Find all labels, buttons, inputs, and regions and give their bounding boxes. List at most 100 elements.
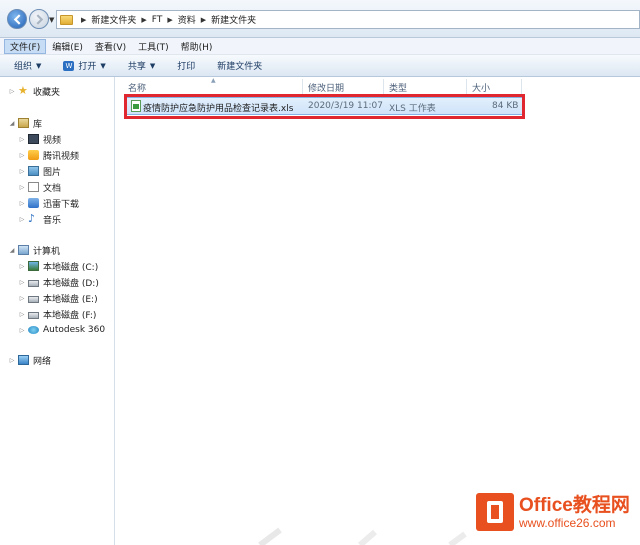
address-input[interactable]: ▶ 新建文件夹 ▶ FT ▶ 资料 ▶ 新建文件夹 bbox=[56, 10, 640, 29]
menu-view[interactable]: 查看(V) bbox=[89, 39, 132, 54]
document-icon bbox=[28, 182, 39, 192]
nav-music[interactable]: ▷ ♪ 音乐 bbox=[18, 212, 61, 226]
expand-icon[interactable]: ▷ bbox=[18, 216, 26, 223]
file-name: 疫情防护应急防护用品检查记录表.xls bbox=[143, 104, 294, 114]
pictures-icon bbox=[28, 166, 39, 176]
column-header-name[interactable]: 名称 bbox=[128, 81, 146, 94]
expand-icon[interactable]: ▷ bbox=[8, 357, 16, 364]
nav-videos[interactable]: ▷ 视频 bbox=[18, 132, 61, 146]
expand-icon[interactable]: ▷ bbox=[18, 168, 26, 175]
print-button[interactable]: 打印 bbox=[177, 59, 195, 72]
menu-help[interactable]: 帮助(H) bbox=[175, 39, 219, 54]
nav-drive-e[interactable]: ▷ 本地磁盘 (E:) bbox=[18, 291, 98, 305]
arrow-right-icon bbox=[36, 13, 43, 25]
open-label: 打开 bbox=[78, 62, 97, 72]
new-folder-button[interactable]: 新建文件夹 bbox=[217, 59, 262, 72]
expand-icon[interactable]: ▷ bbox=[18, 263, 26, 270]
file-list: ▲ 名称 修改日期 类型 大小 疫情防护应急防护用品检查记录表.xls 2020… bbox=[116, 77, 640, 545]
expand-icon[interactable]: ▷ bbox=[18, 200, 26, 207]
menu-edit[interactable]: 编辑(E) bbox=[46, 39, 89, 54]
expand-icon[interactable]: ▷ bbox=[18, 152, 26, 159]
nav-network[interactable]: ▷ 网络 bbox=[8, 353, 51, 367]
address-bar: ▼ ▶ 新建文件夹 ▶ FT ▶ 资料 ▶ 新建文件夹 bbox=[0, 0, 640, 38]
star-icon: ★ bbox=[18, 84, 28, 97]
drive-icon bbox=[28, 295, 39, 303]
office-logo-icon bbox=[476, 493, 514, 531]
open-button[interactable]: W 打开 ▼ bbox=[63, 59, 106, 72]
tencent-video-icon bbox=[28, 150, 39, 160]
nav-label: 本地磁盘 (F:) bbox=[43, 310, 97, 321]
computer-icon bbox=[18, 245, 29, 255]
nav-label: 本地磁盘 (C:) bbox=[43, 262, 99, 273]
nav-label: 本地磁盘 (D:) bbox=[43, 278, 99, 289]
expand-icon[interactable]: ▷ bbox=[18, 184, 26, 191]
file-type: XLS 工作表 bbox=[389, 104, 436, 114]
expand-icon[interactable]: ▷ bbox=[18, 327, 26, 334]
nav-drive-c[interactable]: ▷ 本地磁盘 (C:) bbox=[18, 259, 98, 273]
chevron-down-icon: ▼ bbox=[100, 61, 106, 70]
nav-label: Autodesk 360 bbox=[43, 325, 106, 335]
chevron-right-icon[interactable]: ▶ bbox=[141, 16, 146, 24]
collapse-icon[interactable]: ◢ bbox=[8, 247, 16, 254]
chevron-down-icon: ▼ bbox=[149, 61, 156, 70]
breadcrumb-item[interactable]: 新建文件夹 bbox=[211, 13, 256, 26]
nav-pictures[interactable]: ▷ 图片 bbox=[18, 164, 61, 178]
library-icon bbox=[18, 118, 29, 128]
nav-libraries[interactable]: ◢ 库 bbox=[8, 116, 42, 130]
breadcrumb-item[interactable]: FT bbox=[152, 15, 163, 25]
file-modified: 2020/3/19 11:07 bbox=[308, 101, 383, 111]
expand-icon[interactable]: ▷ bbox=[18, 136, 26, 143]
nav-tencent-video[interactable]: ▷ 腾讯视频 bbox=[18, 148, 79, 162]
expand-icon[interactable]: ▷ bbox=[18, 311, 26, 318]
breadcrumb-item[interactable]: 新建文件夹 bbox=[91, 13, 136, 26]
column-divider[interactable] bbox=[466, 79, 467, 94]
excel-file-icon bbox=[131, 100, 141, 112]
column-header-type[interactable]: 类型 bbox=[389, 81, 407, 94]
nav-label: 视频 bbox=[43, 135, 62, 146]
chevron-right-icon[interactable]: ▶ bbox=[81, 16, 86, 24]
back-button[interactable] bbox=[7, 9, 27, 29]
chevron-right-icon[interactable]: ▶ bbox=[167, 16, 172, 24]
table-row[interactable]: 疫情防护应急防护用品检查记录表.xls 2020/3/19 11:07 XLS … bbox=[126, 97, 523, 115]
share-button[interactable]: 共享 ▼ bbox=[128, 59, 156, 73]
watermark: Office教程网 www.office26.com bbox=[476, 493, 630, 531]
nav-label: 收藏夹 bbox=[33, 87, 61, 98]
nav-drive-f[interactable]: ▷ 本地磁盘 (F:) bbox=[18, 307, 97, 321]
menu-file[interactable]: 文件(F) bbox=[4, 38, 47, 54]
breadcrumb-item[interactable]: 资料 bbox=[178, 13, 196, 26]
watermark-url: www.office26.com bbox=[519, 515, 616, 530]
download-icon bbox=[28, 198, 39, 208]
forward-button[interactable] bbox=[29, 9, 49, 29]
system-drive-icon bbox=[28, 261, 39, 271]
menu-bar: 文件(F) 编辑(E) 查看(V) 工具(T) 帮助(H) bbox=[0, 38, 640, 55]
recent-pages-dropdown[interactable]: ▼ bbox=[49, 16, 54, 24]
nav-favorites[interactable]: ▷ ★ 收藏夹 bbox=[8, 84, 60, 98]
sort-caret-icon: ▲ bbox=[211, 77, 216, 84]
folder-icon bbox=[60, 14, 73, 25]
nav-drive-d[interactable]: ▷ 本地磁盘 (D:) bbox=[18, 275, 99, 289]
column-divider[interactable] bbox=[302, 79, 303, 94]
column-divider[interactable] bbox=[383, 79, 384, 94]
nav-documents[interactable]: ▷ 文档 bbox=[18, 180, 61, 194]
nav-computer[interactable]: ◢ 计算机 bbox=[8, 243, 60, 257]
nav-xunlei-downloads[interactable]: ▷ 迅雷下载 bbox=[18, 196, 79, 210]
column-divider[interactable] bbox=[521, 79, 522, 94]
nav-autodesk-360[interactable]: ▷ Autodesk 360 bbox=[18, 323, 105, 337]
nav-label: 音乐 bbox=[43, 215, 62, 226]
column-header-modified[interactable]: 修改日期 bbox=[308, 81, 344, 94]
organize-label: 组织 bbox=[14, 62, 33, 72]
chevron-down-icon: ▼ bbox=[36, 61, 42, 70]
nav-label: 腾讯视频 bbox=[43, 151, 80, 162]
music-note-icon: ♪ bbox=[28, 212, 36, 225]
menu-tools[interactable]: 工具(T) bbox=[132, 39, 175, 54]
nav-label: 文档 bbox=[43, 183, 62, 194]
expand-icon[interactable]: ▷ bbox=[18, 295, 26, 302]
expand-icon[interactable]: ▷ bbox=[8, 88, 16, 95]
nav-label: 库 bbox=[33, 119, 43, 130]
chevron-right-icon[interactable]: ▶ bbox=[201, 16, 206, 24]
expand-icon[interactable]: ▷ bbox=[18, 279, 26, 286]
organize-button[interactable]: 组织 ▼ bbox=[14, 59, 42, 73]
column-header-size[interactable]: 大小 bbox=[472, 81, 490, 94]
nav-label: 计算机 bbox=[33, 246, 61, 257]
collapse-icon[interactable]: ◢ bbox=[8, 120, 16, 127]
